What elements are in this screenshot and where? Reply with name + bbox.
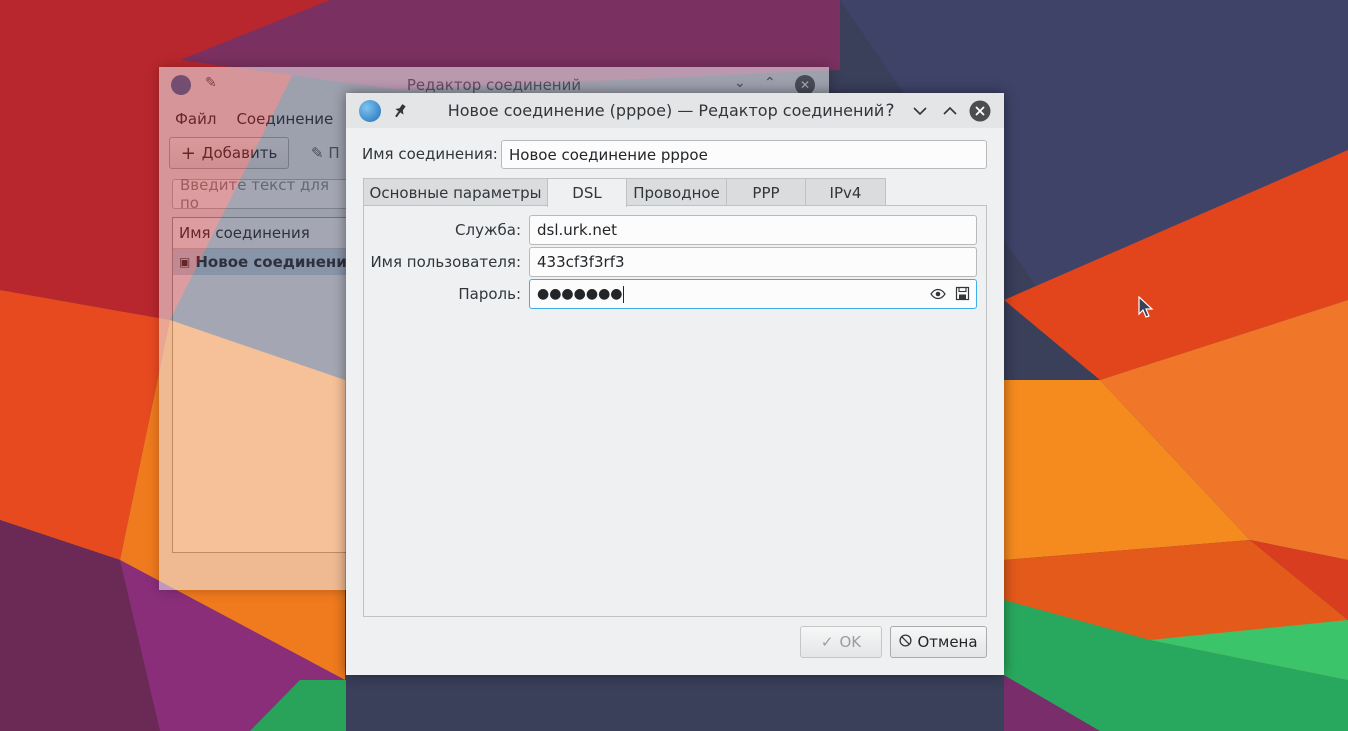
ok-button[interactable]: ✓ OK [800,626,882,658]
tab-ppp[interactable]: PPP [726,178,806,206]
username-input[interactable]: 433cf3f3rf3 [529,247,977,277]
cancel-button[interactable]: Отмена [890,626,987,658]
connection-name-input[interactable]: Новое соединение pppoe [501,140,987,169]
dsl-settings-panel: Служба: dsl.urk.net Имя пользователя: 43… [363,205,987,617]
menu-connection[interactable]: Соединение [236,110,333,128]
username-label: Имя пользователя: [370,253,521,271]
connection-list[interactable]: Имя соединения ▣ Новое соединени [172,217,352,553]
connection-name-value: Новое соединение pppoe [509,145,708,164]
globe-icon [359,100,381,122]
search-placeholder: Введите текст для по [180,176,329,212]
save-password-icon[interactable] [955,286,970,305]
password-label: Пароль: [458,285,521,303]
new-connection-dialog[interactable]: Новое соединение (pppoe) — Редактор соед… [346,93,1004,675]
list-item[interactable]: ▣ Новое соединени [173,249,351,275]
tab-dsl[interactable]: DSL [547,178,627,207]
close-icon[interactable] [969,93,991,128]
edit-button-partial-label: П [328,144,340,162]
username-value: 433cf3f3rf3 [537,253,625,271]
list-header[interactable]: Имя соединения [173,218,351,249]
service-label: Служба: [455,221,521,239]
dialog-title: Новое соединение (pppoe) — Редактор соед… [447,101,885,120]
text-cursor [622,285,624,303]
password-mask: ●●●●●●● [537,286,623,302]
tab-bar: Основные параметры DSL Проводное PPP IPv… [363,178,886,207]
plus-icon: + [180,142,196,164]
cancel-icon [899,633,913,651]
minimize-icon[interactable]: ⌄ [734,75,746,91]
tab-general[interactable]: Основные параметры [363,178,548,206]
service-value: dsl.urk.net [537,221,618,239]
connection-name-label: Имя соединения: [362,145,498,163]
minimize-icon[interactable] [910,93,930,128]
help-icon[interactable]: ? [880,93,900,128]
service-input[interactable]: dsl.urk.net [529,215,977,245]
edit-button-partial[interactable]: ✎ П [311,144,340,162]
menu-file[interactable]: Файл [175,110,216,128]
close-icon[interactable]: ✕ [795,75,815,95]
tab-ipv4[interactable]: IPv4 [805,178,886,206]
cancel-button-label: Отмена [917,633,978,651]
tab-wired[interactable]: Проводное [626,178,727,206]
add-button[interactable]: + Добавить [169,137,289,169]
list-item-label: Новое соединени [195,253,347,271]
checkmark-icon: ✓ [820,633,834,651]
password-input[interactable]: ●●●●●●● [529,279,977,309]
maximize-icon[interactable] [940,93,960,128]
search-input[interactable]: Введите текст для по [172,176,352,212]
background-window-title: Редактор соединений [406,76,582,94]
dialog-titlebar[interactable]: Новое соединение (pppoe) — Редактор соед… [346,93,1004,128]
connection-icon: ▣ [179,255,191,269]
maximize-icon[interactable]: ⌃ [764,75,776,91]
show-password-eye-icon[interactable] [930,286,946,306]
mouse-cursor-icon [1138,296,1154,318]
add-button-label: Добавить [201,144,278,162]
ok-button-label: OK [839,633,862,651]
pin-icon[interactable] [390,93,410,128]
